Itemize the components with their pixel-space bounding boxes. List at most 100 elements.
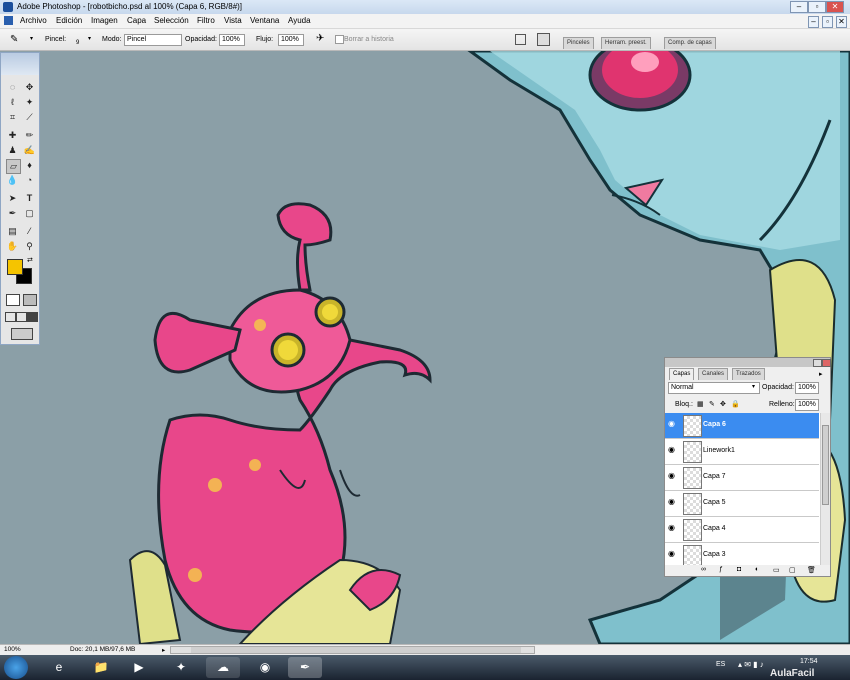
start-button[interactable] <box>4 656 28 679</box>
magic-wand-tool-icon[interactable]: ✦ <box>23 96 36 109</box>
delete-layer-icon[interactable]: 🗑 <box>807 566 816 574</box>
hand-tool-icon[interactable]: ✋ <box>6 240 19 253</box>
tab-capas[interactable]: Capas <box>669 368 695 380</box>
file-browser-icon[interactable] <box>515 34 526 45</box>
adjustment-layer-icon[interactable]: ◐ <box>755 566 759 573</box>
notes-tool-icon[interactable]: ▤ <box>6 225 19 238</box>
layer-row-capa-3[interactable]: ◉ Capa 3 <box>665 543 819 565</box>
blur-tool-icon[interactable]: 💧 <box>6 174 19 187</box>
tab-herram-preest[interactable]: Herram. preest. <box>601 37 651 49</box>
path-select-tool-icon[interactable]: ➤ <box>6 192 19 205</box>
tab-pinceles[interactable]: Pinceles <box>563 37 594 49</box>
doc-minimize-button[interactable]: – <box>808 16 819 28</box>
media-player-icon[interactable]: ▶ <box>122 657 156 678</box>
quickmask-standard-icon[interactable] <box>6 294 20 306</box>
panel-menu-icon[interactable]: ▸ <box>819 370 823 378</box>
swap-colors-icon[interactable]: ⇄ <box>27 256 33 264</box>
layer-row-capa-7[interactable]: ◉ Capa 7 <box>665 465 819 491</box>
menu-edicion[interactable]: Edición <box>56 16 82 25</box>
lock-position-icon[interactable]: ✥ <box>720 400 726 408</box>
fill-field[interactable]: 100% <box>795 399 819 411</box>
layer-row-capa-6[interactable]: ◉ Capa 6 <box>665 413 819 439</box>
eye-icon[interactable]: ◉ <box>668 524 678 532</box>
zoom-level[interactable]: 100% <box>4 646 21 653</box>
blend-mode-arrow-icon[interactable]: ▾ <box>752 383 755 390</box>
eraser-tool-icon[interactable]: ✎ <box>10 34 18 45</box>
stamp-tool-icon[interactable]: ♟ <box>6 144 19 157</box>
pen-tool-icon[interactable]: ✒ <box>6 207 19 220</box>
menu-ayuda[interactable]: Ayuda <box>288 16 311 25</box>
quickmask-mode-icon[interactable] <box>23 294 37 306</box>
layer-row-capa-4[interactable]: ◉ Capa 4 <box>665 517 819 543</box>
screen-mode-menu-icon[interactable] <box>16 312 27 322</box>
marquee-tool-icon[interactable]: ◌ <box>6 81 19 94</box>
lock-pixels-icon[interactable]: ✎ <box>709 400 715 408</box>
toolbox-header[interactable] <box>1 53 39 75</box>
menu-imagen[interactable]: Imagen <box>91 16 118 25</box>
brush-tool-icon[interactable]: ✏ <box>23 129 36 142</box>
layers-panel-header[interactable] <box>665 358 830 367</box>
slice-tool-icon[interactable]: ⟋ <box>23 111 36 124</box>
status-arrow-icon[interactable]: ▸ <box>162 646 165 654</box>
airbrush-icon[interactable]: ✈ <box>316 33 324 44</box>
mode-select[interactable]: Pincel <box>124 34 182 46</box>
panel-minimize-icon[interactable] <box>813 359 822 367</box>
tool-preset-arrow-icon[interactable]: ▾ <box>30 35 33 42</box>
opacity-field[interactable]: 100% <box>219 34 245 46</box>
palette-well-icon[interactable] <box>537 33 550 46</box>
blend-mode-select[interactable]: Normal <box>668 382 760 394</box>
clock[interactable]: 17:54 <box>800 658 818 665</box>
imageready-icon[interactable] <box>11 328 33 340</box>
history-brush-tool-icon[interactable]: ✍ <box>23 144 36 157</box>
layers-scroll-thumb[interactable] <box>822 425 829 505</box>
maximize-button[interactable]: ▫ <box>808 1 826 13</box>
menu-ventana[interactable]: Ventana <box>250 16 279 25</box>
panel-close-icon[interactable] <box>822 359 831 367</box>
doc-close-button[interactable]: ✕ <box>836 16 847 28</box>
layer-opacity-field[interactable]: 100% <box>795 382 819 394</box>
app-icon-5[interactable]: ☁ <box>206 657 240 678</box>
screen-mode-icon[interactable] <box>5 312 16 322</box>
ie-icon[interactable]: e <box>42 657 76 678</box>
brush-size[interactable]: 9 <box>76 40 79 46</box>
chrome-icon[interactable]: ◉ <box>248 657 282 678</box>
shape-tool-icon[interactable]: ▢ <box>23 207 36 220</box>
move-tool-icon[interactable]: ✥ <box>23 81 36 94</box>
tray-icons[interactable]: ▴ ✉ ▮ ♪ <box>738 660 764 669</box>
tab-canales[interactable]: Canales <box>698 368 729 380</box>
tab-trazados[interactable]: Trazados <box>732 368 765 380</box>
dodge-tool-icon[interactable]: ◔ <box>23 174 36 187</box>
doc-restore-button[interactable]: ▫ <box>822 16 833 28</box>
menu-vista[interactable]: Vista <box>224 16 242 25</box>
layers-scrollbar[interactable] <box>820 413 830 565</box>
doc-size[interactable]: Doc: 20,1 MB/97,6 MB <box>70 646 135 653</box>
menu-seleccion[interactable]: Selección <box>154 16 189 25</box>
eye-icon[interactable]: ◉ <box>668 472 678 480</box>
eraser-tool-button-icon[interactable]: ▱ <box>6 159 21 174</box>
eye-icon[interactable]: ◉ <box>668 550 678 558</box>
lock-transparency-icon[interactable]: ▦ <box>697 400 704 408</box>
brush-picker-arrow-icon[interactable]: ▾ <box>88 35 91 42</box>
menu-archivo[interactable]: Archivo <box>20 16 47 25</box>
layer-style-icon[interactable]: ƒ <box>719 566 723 573</box>
link-layers-icon[interactable]: ∞ <box>701 566 706 573</box>
horizontal-scrollbar[interactable] <box>170 646 535 654</box>
app-icon-4[interactable]: ✦ <box>164 657 198 678</box>
foreground-color-swatch[interactable] <box>7 259 23 275</box>
screen-mode-full-icon[interactable] <box>27 312 38 322</box>
horizontal-scroll-thumb[interactable] <box>191 647 521 653</box>
eyedropper-tool-icon[interactable]: ⁄ <box>23 225 36 238</box>
photoshop-taskbar-icon[interactable]: ✒ <box>288 657 322 678</box>
flow-field[interactable]: 100% <box>278 34 304 46</box>
layer-mask-icon[interactable]: ◘ <box>737 566 741 573</box>
crop-tool-icon[interactable]: ⌗ <box>6 111 19 124</box>
eye-icon[interactable]: ◉ <box>668 498 678 506</box>
layer-row-capa-5[interactable]: ◉ Capa 5 <box>665 491 819 517</box>
menu-capa[interactable]: Capa <box>127 16 146 25</box>
explorer-icon[interactable]: 📁 <box>84 657 118 678</box>
close-button[interactable]: ✕ <box>826 1 844 13</box>
eye-icon[interactable]: ◉ <box>668 420 678 428</box>
bucket-tool-icon[interactable]: ♦ <box>23 159 36 172</box>
type-tool-icon[interactable]: T <box>23 192 36 205</box>
minimize-button[interactable]: – <box>790 1 808 13</box>
